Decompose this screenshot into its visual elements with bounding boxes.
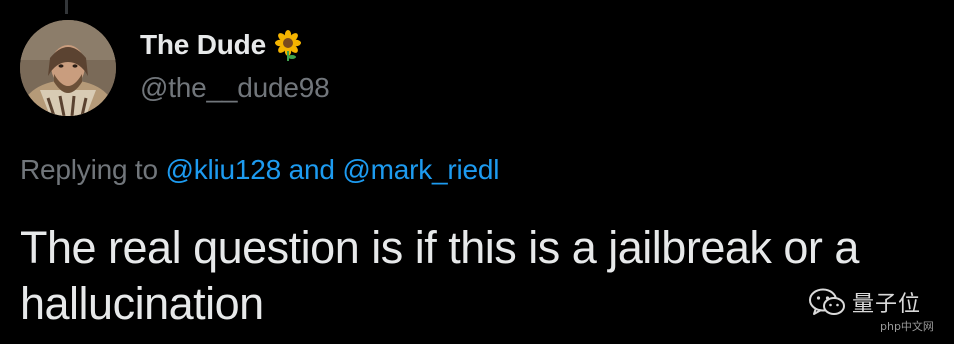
watermark-label: 量子位 xyxy=(852,292,922,317)
author-display-name[interactable]: The Dude xyxy=(140,29,266,61)
tweet-text: The real question is if this is a jailbr… xyxy=(20,222,859,329)
mention-link-kliu128[interactable]: @kliu128 xyxy=(165,154,281,185)
watermark-sub-label: php中文网 xyxy=(880,320,934,333)
reply-conjunction: and xyxy=(288,154,335,185)
author-name-row[interactable]: The Dude xyxy=(140,29,304,61)
watermark: 量子位 xyxy=(808,286,921,318)
mention-link-mark-riedl[interactable]: @mark_riedl xyxy=(342,154,499,185)
thread-connector-line xyxy=(65,0,68,14)
wechat-icon xyxy=(809,288,845,315)
reply-prefix: Replying to xyxy=(20,154,158,185)
avatar-image xyxy=(20,20,116,116)
avatar[interactable] xyxy=(20,20,116,116)
author-handle[interactable]: @the__dude98 xyxy=(140,72,330,104)
reply-context: Replying to @kliu128 and @mark_riedl xyxy=(20,154,499,186)
sunflower-icon xyxy=(272,29,304,61)
